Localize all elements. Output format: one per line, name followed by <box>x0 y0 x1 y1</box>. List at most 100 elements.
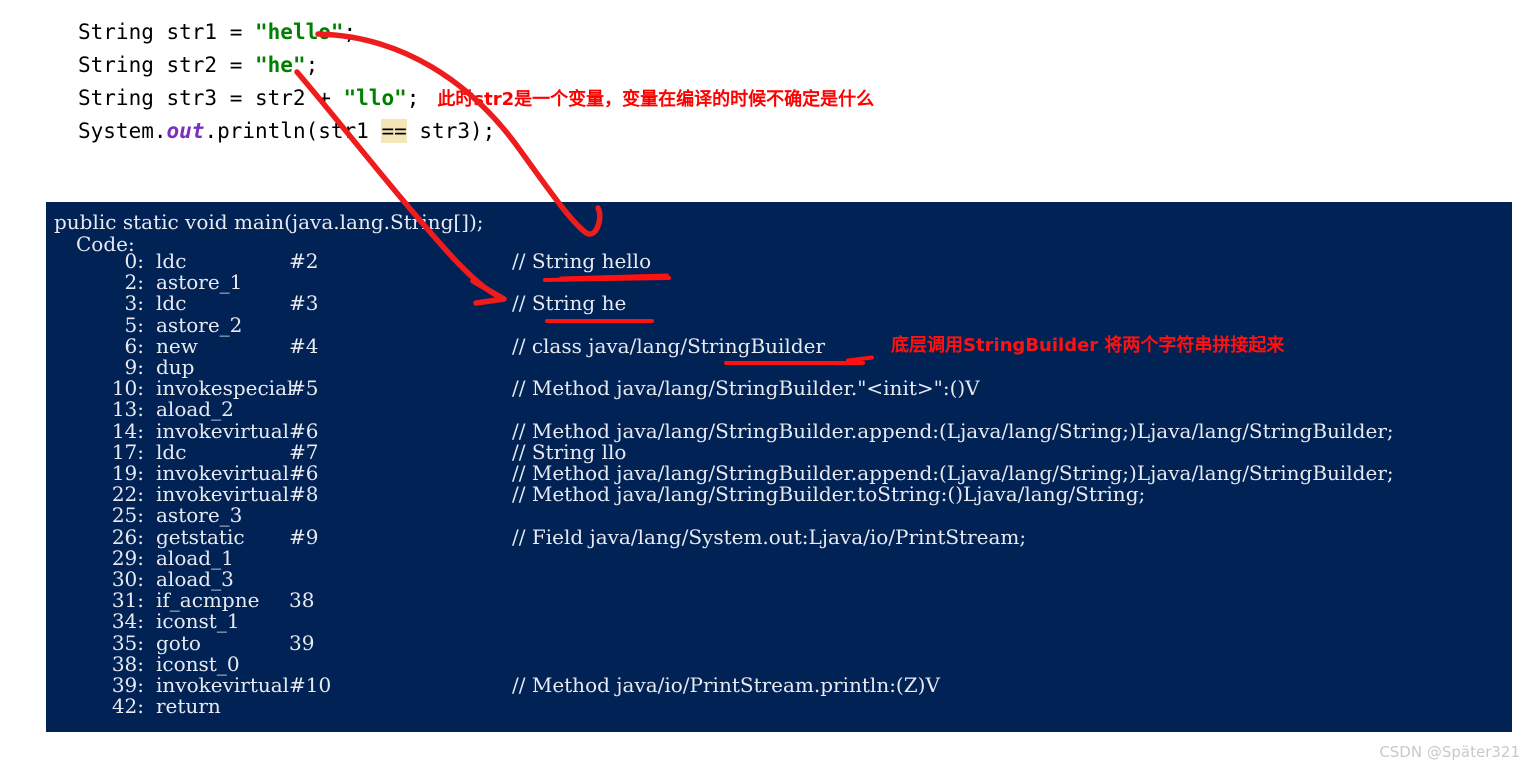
instruction-opcode: ldc <box>156 249 187 273</box>
bytecode-instruction-row: 29: aload_1 <box>46 545 1512 570</box>
annotation-note-str2-variable: 此时str2是一个变量，变量在编译的时候不确定是什么 <box>437 89 875 110</box>
instruction-opcode: if_acmpne <box>156 588 260 613</box>
instruction-opcode: dup <box>156 355 195 379</box>
instruction-comment: // Method java/lang/StringBuilder.toStri… <box>512 482 1146 507</box>
instruction-address: 0: <box>124 249 144 273</box>
instruction-comment: // String hello <box>512 249 652 273</box>
instruction-address: 25: <box>111 503 144 528</box>
instruction-opcode: new <box>156 333 198 358</box>
bytecode-instruction-row: 5: astore_2 <box>46 312 1512 337</box>
bytecode-instruction-row: 35: goto 39 <box>46 630 1512 655</box>
string-literal-hello: "hello" <box>255 20 344 44</box>
instruction-address: 22: <box>111 482 144 507</box>
bytecode-instruction-row: 0: ldc #2 // String hello <box>46 251 1512 272</box>
bytecode-instruction-row: 25: astore_3 <box>46 505 1512 526</box>
instruction-address: 29: <box>111 545 144 570</box>
instruction-comment: // Method java/lang/StringBuilder.append… <box>512 418 1394 443</box>
instruction-operand: #4 <box>289 333 319 358</box>
instruction-opcode: return <box>156 694 221 719</box>
instruction-address: 17: <box>111 439 144 464</box>
instruction-address: 9: <box>124 355 144 379</box>
bytecode-instruction-row: 30: aload_3 <box>46 569 1512 590</box>
instruction-opcode: ldc <box>156 439 187 464</box>
source-line-1-prefix: String str1 = <box>78 20 256 44</box>
instruction-address: 6: <box>124 333 144 358</box>
instruction-opcode: aload_3 <box>156 567 234 591</box>
string-literal-he: "he" <box>255 53 306 77</box>
bytecode-instruction-row: 22: invokevirtual #8 // Method java/lang/St… <box>46 484 1512 505</box>
instruction-address: 13: <box>111 397 144 422</box>
source-line-4-system: System. <box>78 119 167 143</box>
bytecode-instruction-row: 31: if_acmpne 38 <box>46 590 1512 611</box>
bytecode-instruction-row: 42: return <box>46 696 1512 717</box>
source-line-4-tail: str3); <box>406 119 496 143</box>
bytecode-instruction-row: 39: invokevirtual #10 // Method java/io/Pri… <box>46 675 1512 696</box>
source-line-2-prefix: String str2 = <box>78 53 256 77</box>
instruction-operand: #6 <box>289 461 319 485</box>
instruction-address: 19: <box>111 461 144 485</box>
instruction-address: 14: <box>111 418 144 443</box>
instruction-address: 5: <box>124 312 144 337</box>
instruction-operand: #8 <box>289 482 319 507</box>
instruction-opcode: iconst_1 <box>156 609 240 634</box>
source-line-1-suffix: ; <box>343 20 357 44</box>
instruction-operand: 39 <box>289 630 315 655</box>
instruction-operand: #6 <box>289 418 319 443</box>
instruction-address: 26: <box>111 524 144 549</box>
instruction-address: 42: <box>111 694 144 719</box>
instruction-address: 3: <box>124 291 144 316</box>
instruction-opcode: astore_1 <box>156 270 243 295</box>
source-line-3-prefix: String str3 = str2 + <box>78 86 344 110</box>
bytecode-instruction-row: 34: iconst_1 <box>46 611 1512 632</box>
instruction-opcode: iconst_0 <box>156 651 240 676</box>
instruction-address: 30: <box>111 567 144 591</box>
instruction-comment: // Method java/io/PrintStream.println:(Z… <box>512 673 940 697</box>
instruction-opcode: aload_2 <box>156 397 234 422</box>
bytecode-instruction-row: 38: iconst_0 <box>46 651 1512 676</box>
instruction-opcode: aload_1 <box>156 545 234 570</box>
string-literal-llo: "llo" <box>343 86 407 110</box>
bytecode-instruction-row: 3: ldc #3 // String he <box>46 293 1512 314</box>
instruction-address: 35: <box>111 630 144 655</box>
bytecode-instruction-row: 10: invokespecial #5 // Method java/lang/St… <box>46 378 1512 399</box>
instruction-opcode: invokevirtual <box>156 482 290 507</box>
bytecode-instruction-row: 13: aload_2 <box>46 399 1512 420</box>
java-source-code: String str1 = "hello"; String str2 = "he… <box>78 16 874 148</box>
instruction-operand: #3 <box>289 291 319 316</box>
bytecode-output-panel: public static void main(java.lang.String… <box>46 202 1512 732</box>
instruction-operand: #7 <box>289 439 319 464</box>
instruction-address: 2: <box>124 270 144 295</box>
instruction-opcode: goto <box>156 630 201 655</box>
instruction-operand: 38 <box>289 588 315 613</box>
operator-equals-highlight: == <box>381 119 407 143</box>
instruction-operand: #9 <box>289 524 319 549</box>
csdn-watermark: CSDN @Später321 <box>1379 743 1520 761</box>
source-line-1: String str1 = "hello"; <box>78 16 838 49</box>
bytecode-instruction-row: 17: ldc #7 // String llo <box>46 439 1512 464</box>
instruction-operand: #5 <box>289 376 319 401</box>
instruction-address: 10: <box>111 376 144 401</box>
source-line-4: System.out.println(str1 == str3); <box>78 115 838 148</box>
underline-string-he <box>545 319 654 323</box>
instruction-address: 38: <box>111 651 144 676</box>
instruction-opcode: invokevirtual <box>156 461 290 485</box>
instruction-comment: // class java/lang/StringBuilder <box>512 333 826 358</box>
instruction-comment: // Method java/lang/StringBuilder."<init… <box>512 376 980 401</box>
instruction-opcode: invokevirtual <box>156 418 290 443</box>
instruction-comment: // String llo <box>512 439 627 464</box>
annotation-note-stringbuilder: 底层调用StringBuilder 将两个字符串拼接起来 <box>891 335 1285 356</box>
instruction-address: 31: <box>111 588 144 613</box>
bytecode-instruction-row: 26: getstatic #9 // Field java/lang/System.… <box>46 524 1512 549</box>
underline-stringbuilder <box>724 361 865 365</box>
instruction-address: 39: <box>111 673 144 697</box>
bytecode-instruction-row: 2: astore_1 <box>46 272 1512 293</box>
instruction-opcode: astore_2 <box>156 312 243 337</box>
instruction-comment: // Method java/lang/StringBuilder.append… <box>512 461 1394 485</box>
bytecode-instruction-row: 19: invokevirtual #6 // Method java/lang/St… <box>46 463 1512 484</box>
instruction-opcode: invokespecial <box>156 376 294 401</box>
instruction-opcode: astore_3 <box>156 503 243 528</box>
instruction-comment: // Field java/lang/System.out:Ljava/io/P… <box>512 524 1027 549</box>
bytecode-method-signature: public static void main(java.lang.String… <box>54 210 484 234</box>
instruction-comment: // String he <box>512 291 627 316</box>
instruction-opcode: ldc <box>156 291 187 316</box>
